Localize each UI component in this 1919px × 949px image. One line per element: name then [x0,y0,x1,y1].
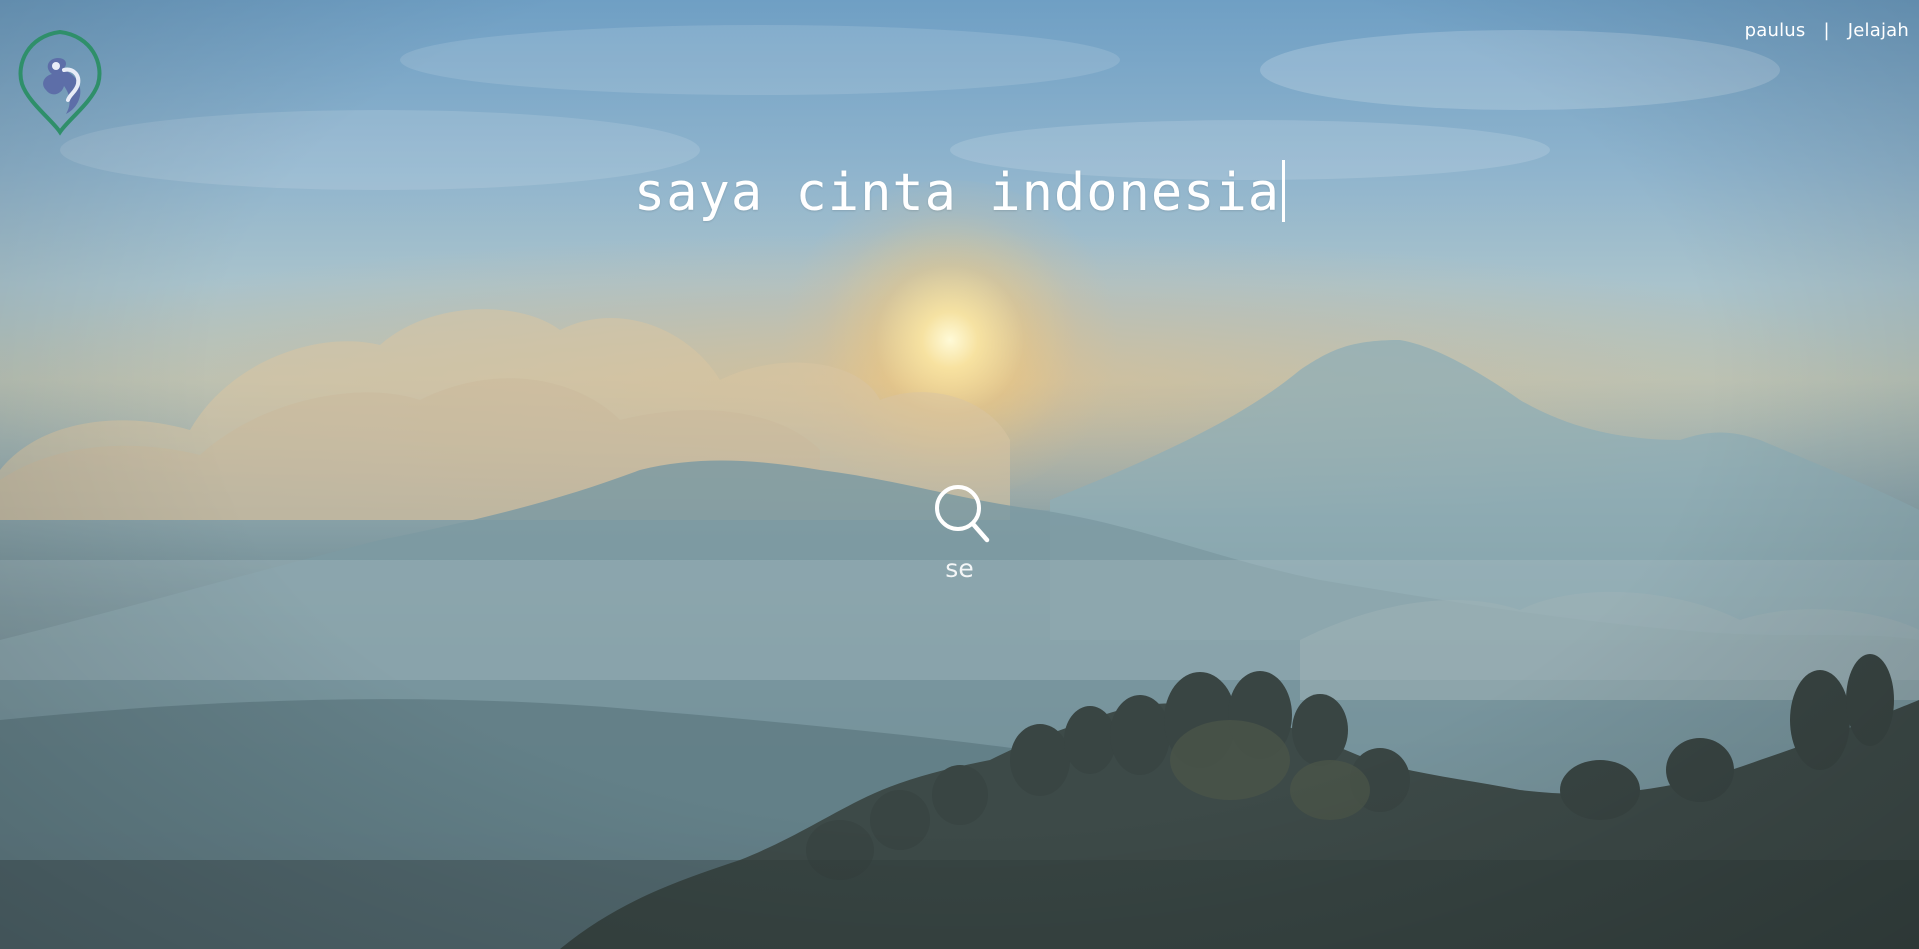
nav-user-link[interactable]: paulus [1745,20,1806,41]
typing-caret [1282,160,1286,222]
top-nav: paulus | Jelajah [1745,20,1909,41]
nav-explore-link[interactable]: Jelajah [1848,20,1909,41]
background-landscape [0,25,1919,949]
search-box [0,554,1919,583]
search-icon[interactable] [934,484,990,544]
hero-headline: saya cinta indonesia [0,160,1919,223]
search-input[interactable] [809,554,1110,583]
nav-separator: | [1823,20,1830,41]
background-vignette [0,0,1919,949]
site-logo[interactable] [18,28,102,136]
background-sun [780,180,1120,500]
flower-drop-logo-icon [18,29,102,136]
background-warm-haze [0,230,1919,510]
landing-page: paulus | Jelajah saya cinta indonesia [0,0,1919,949]
hero-headline-text: saya cinta indonesia [633,163,1281,223]
